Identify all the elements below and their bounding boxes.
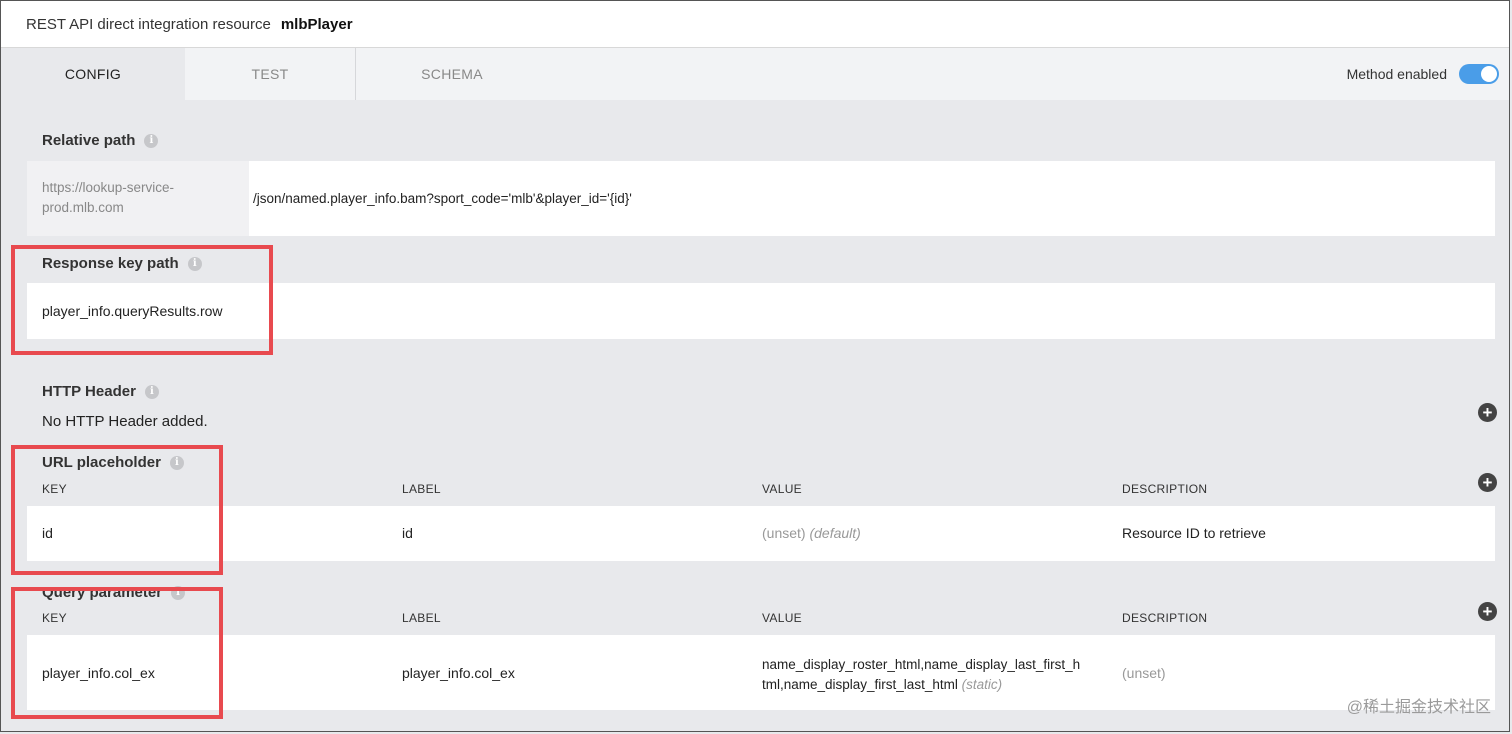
resource-name: mlbPlayer <box>280 15 353 33</box>
window-title: REST API direct integration resource <box>26 15 271 33</box>
add-http-header-button[interactable]: + <box>1478 403 1497 422</box>
tab-config[interactable]: CONFIG <box>1 48 185 100</box>
highlight-box-response-key-path <box>11 245 273 355</box>
relative-path-value: /json/named.player_info.bam?sport_code='… <box>253 191 632 206</box>
method-enabled-label: Method enabled <box>1346 66 1447 82</box>
query-parameter-value: name_display_roster_html,name_display_la… <box>762 655 1080 695</box>
url-placeholder-value: (unset) (default) <box>762 525 861 541</box>
http-header-label: HTTP Header i <box>42 383 159 400</box>
tab-bar: CONFIG TEST SCHEMA Method enabled <box>1 48 1509 100</box>
column-header-value: VALUE <box>762 611 802 625</box>
column-header-label: LABEL <box>402 482 441 496</box>
tab-schema[interactable]: SCHEMA <box>356 48 548 100</box>
url-placeholder-value-suffix: (default) <box>809 525 861 541</box>
add-query-parameter-button[interactable]: + <box>1478 602 1497 621</box>
query-parameter-value-line2: tml,name_display_first_last_html <box>762 677 958 692</box>
relative-path-input[interactable]: /json/named.player_info.bam?sport_code='… <box>249 161 1495 236</box>
info-icon[interactable]: i <box>144 384 159 399</box>
method-enabled-control: Method enabled <box>1347 48 1499 100</box>
resource-editor-window: REST API direct integration resource mlb… <box>0 0 1510 732</box>
column-header-description: DESCRIPTION <box>1122 611 1208 625</box>
query-parameter-value-suffix: (static) <box>961 677 1003 692</box>
method-enabled-toggle[interactable] <box>1459 64 1499 84</box>
relative-path-host: https://lookup-service-prod.mlb.com <box>27 161 249 236</box>
url-placeholder-value-text: (unset) <box>762 525 806 541</box>
table-row[interactable]: player_info.col_ex player_info.col_ex na… <box>27 635 1495 710</box>
query-parameter-description: (unset) <box>1122 665 1166 681</box>
url-placeholder-row-label: id <box>402 525 413 541</box>
column-header-label: LABEL <box>402 611 441 625</box>
relative-path-label-text: Relative path <box>42 132 136 149</box>
add-url-placeholder-button[interactable]: + <box>1478 473 1497 492</box>
query-parameter-row-label: player_info.col_ex <box>402 665 515 681</box>
http-header-empty-text: No HTTP Header added. <box>42 413 208 430</box>
query-parameter-value-line1: name_display_roster_html,name_display_la… <box>762 657 1081 672</box>
http-header-label-text: HTTP Header <box>42 383 136 400</box>
highlight-box-query-parameter <box>11 587 223 719</box>
column-header-value: VALUE <box>762 482 802 496</box>
url-placeholder-description: Resource ID to retrieve <box>1122 525 1266 541</box>
relative-path-label: Relative path i <box>42 132 159 149</box>
info-icon[interactable]: i <box>144 133 159 148</box>
column-header-description: DESCRIPTION <box>1122 482 1208 496</box>
toggle-knob <box>1481 66 1497 82</box>
tab-test[interactable]: TEST <box>185 48 355 100</box>
table-row[interactable]: id id (unset) (default) Resource ID to r… <box>27 506 1495 561</box>
highlight-box-url-placeholder <box>11 445 223 575</box>
title-bar: REST API direct integration resource mlb… <box>1 1 1509 48</box>
watermark: @稀土掘金技术社区 <box>1346 699 1491 716</box>
